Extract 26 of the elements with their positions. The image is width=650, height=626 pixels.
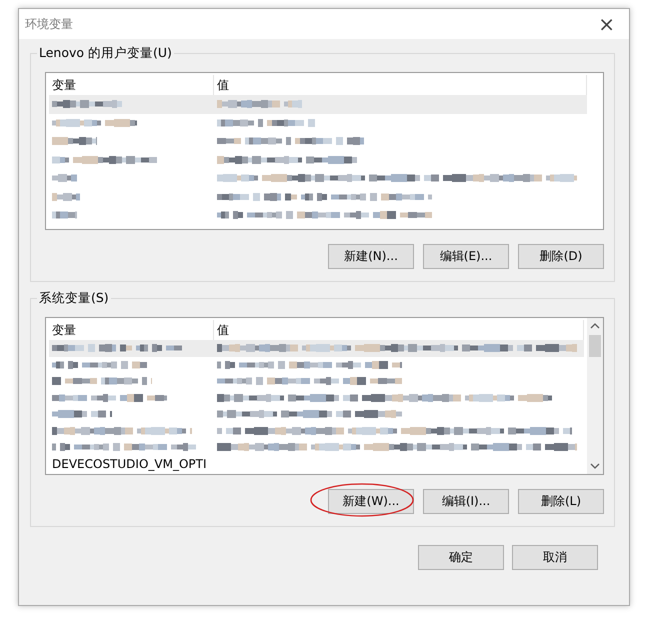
close-button[interactable]: ×	[594, 14, 619, 34]
blurred-text	[52, 172, 77, 184]
dialog-button[interactable]: 删除(D)	[518, 244, 604, 269]
dialog-button[interactable]: 确定	[418, 545, 504, 570]
dialog-button[interactable]: 编辑(E)...	[423, 244, 509, 269]
window-title: 环境变量	[25, 16, 73, 32]
variable-list[interactable]: 变量 值	[45, 72, 604, 230]
group-title: Lenovo 的用户变量(U)	[37, 45, 174, 62]
scroll-thumb[interactable]	[589, 335, 601, 357]
dialog-button[interactable]: 编辑(I)...	[423, 489, 509, 514]
variable-list[interactable]: 变量 值 DEVECOSTUDIO_VM_OPTI	[45, 317, 604, 475]
table-cell-text: DEVECOSTUDIO_VM_OPTI	[51, 456, 208, 471]
blurred-text	[52, 98, 122, 110]
dialog-button[interactable]: 取消	[512, 545, 598, 570]
dialog-button[interactable]: 删除(L)	[518, 489, 604, 514]
list-row[interactable]: DEVECOSTUDIO_VM_OPTI	[49, 456, 584, 472]
blurred-text	[52, 408, 112, 420]
list-row[interactable]	[49, 95, 587, 114]
blurred-text	[52, 190, 80, 203]
blurred-text	[52, 135, 97, 148]
dialog-button[interactable]: 新建(N)...	[328, 244, 414, 269]
list-row[interactable]	[49, 340, 584, 356]
group-title: 系统变量(S)	[37, 290, 111, 307]
dialog-button[interactable]: 新建(W)...	[328, 489, 414, 514]
blurred-text	[52, 209, 77, 222]
scrollbar[interactable]	[587, 318, 603, 474]
